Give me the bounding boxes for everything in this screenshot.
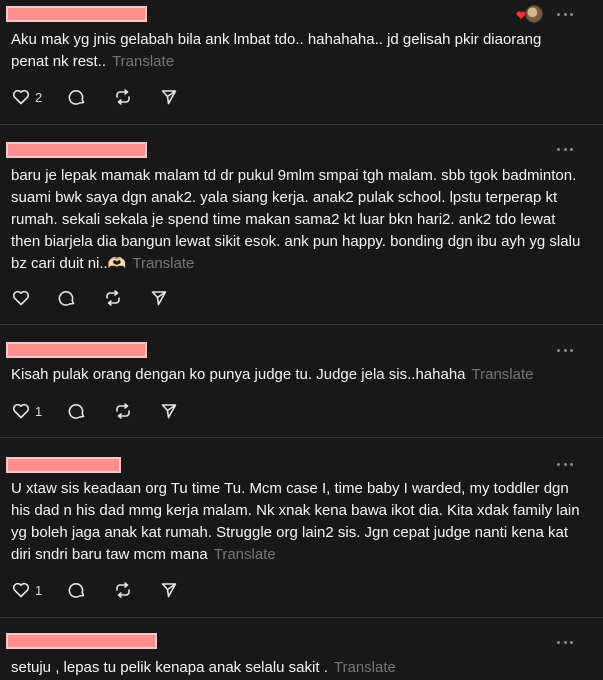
- translate-link[interactable]: Translate: [112, 53, 174, 70]
- action-bar: [11, 287, 195, 309]
- reply-post: baru je lepak mamak malam td dr pukul 9m…: [0, 125, 603, 325]
- repost-button[interactable]: [103, 287, 149, 309]
- like-button[interactable]: [11, 287, 57, 309]
- comment-icon: [68, 583, 85, 598]
- repost-icon: [106, 290, 120, 306]
- share-button[interactable]: [159, 86, 205, 108]
- redacted-username[interactable]: [6, 457, 121, 473]
- translate-link[interactable]: Translate: [334, 659, 396, 676]
- more-icon[interactable]: [557, 146, 573, 152]
- translate-link[interactable]: Translate: [472, 366, 534, 383]
- share-icon: [151, 291, 167, 306]
- translate-link[interactable]: Translate: [214, 546, 276, 563]
- translate-link[interactable]: Translate: [132, 255, 194, 272]
- heart-icon: [12, 403, 30, 419]
- share-icon: [161, 583, 177, 598]
- reply-post: Kisah pulak orang dengan ko punya judge …: [0, 325, 603, 438]
- share-button[interactable]: [159, 400, 205, 422]
- share-button[interactable]: [149, 287, 195, 309]
- share-icon: [161, 404, 177, 419]
- comment-button[interactable]: [67, 400, 113, 422]
- repost-icon: [116, 403, 130, 419]
- liker-avatar[interactable]: [525, 5, 543, 23]
- redacted-username[interactable]: [6, 142, 147, 158]
- like-count: 1: [35, 403, 43, 419]
- repost-button[interactable]: [113, 400, 159, 422]
- comment-icon: [68, 404, 85, 419]
- repost-icon: [116, 89, 130, 105]
- reply-post: Aku mak yg jnis gelabah bila ank lmbat t…: [0, 0, 603, 125]
- redacted-username[interactable]: [6, 633, 157, 649]
- reply-post: setuju , lepas tu pelik kenapa anak sela…: [0, 618, 603, 680]
- heart-icon: [12, 582, 30, 598]
- repost-button[interactable]: [113, 86, 159, 108]
- comment-button[interactable]: [67, 86, 113, 108]
- reply-text-container: Kisah pulak orang dengan ko punya judge …: [11, 364, 583, 386]
- like-count: 1: [35, 582, 43, 598]
- redacted-username[interactable]: [6, 342, 147, 358]
- reply-text-container: setuju , lepas tu pelik kenapa anak sela…: [11, 657, 583, 679]
- reply-text-container: baru je lepak mamak malam td dr pukul 9m…: [11, 165, 583, 275]
- comment-button[interactable]: [67, 579, 113, 601]
- like-button[interactable]: 1: [11, 400, 57, 422]
- reply-post: U xtaw sis keadaan org Tu time Tu. Mcm c…: [0, 438, 603, 618]
- more-icon[interactable]: [557, 11, 573, 17]
- action-bar: 2: [11, 86, 205, 108]
- more-icon[interactable]: [557, 639, 573, 645]
- reply-text: baru je lepak mamak malam td dr pukul 9m…: [11, 167, 581, 272]
- repost-icon: [116, 582, 130, 598]
- repost-button[interactable]: [113, 579, 159, 601]
- reply-text-container: U xtaw sis keadaan org Tu time Tu. Mcm c…: [11, 478, 583, 566]
- more-icon[interactable]: [557, 347, 573, 353]
- action-bar: 1: [11, 400, 205, 422]
- reply-text: U xtaw sis keadaan org Tu time Tu. Mcm c…: [11, 480, 580, 563]
- redacted-username[interactable]: [6, 6, 147, 22]
- heart-icon: [12, 290, 30, 306]
- like-button[interactable]: 1: [11, 579, 57, 601]
- replies-feed: Aku mak yg jnis gelabah bila ank lmbat t…: [0, 0, 603, 680]
- reply-text: setuju , lepas tu pelik kenapa anak sela…: [11, 659, 328, 676]
- heart-icon: [12, 89, 30, 105]
- comment-icon: [68, 90, 85, 105]
- comment-icon: [58, 291, 75, 306]
- comment-button[interactable]: [57, 287, 103, 309]
- like-button[interactable]: 2: [11, 86, 57, 108]
- reply-text: Kisah pulak orang dengan ko punya judge …: [11, 366, 466, 383]
- reply-text-container: Aku mak yg jnis gelabah bila ank lmbat t…: [11, 29, 583, 73]
- reply-text: Aku mak yg jnis gelabah bila ank lmbat t…: [11, 31, 542, 70]
- share-icon: [161, 90, 177, 105]
- like-count: 2: [35, 89, 43, 105]
- share-button[interactable]: [159, 579, 205, 601]
- action-bar: 1: [11, 579, 205, 601]
- more-icon[interactable]: [557, 461, 573, 467]
